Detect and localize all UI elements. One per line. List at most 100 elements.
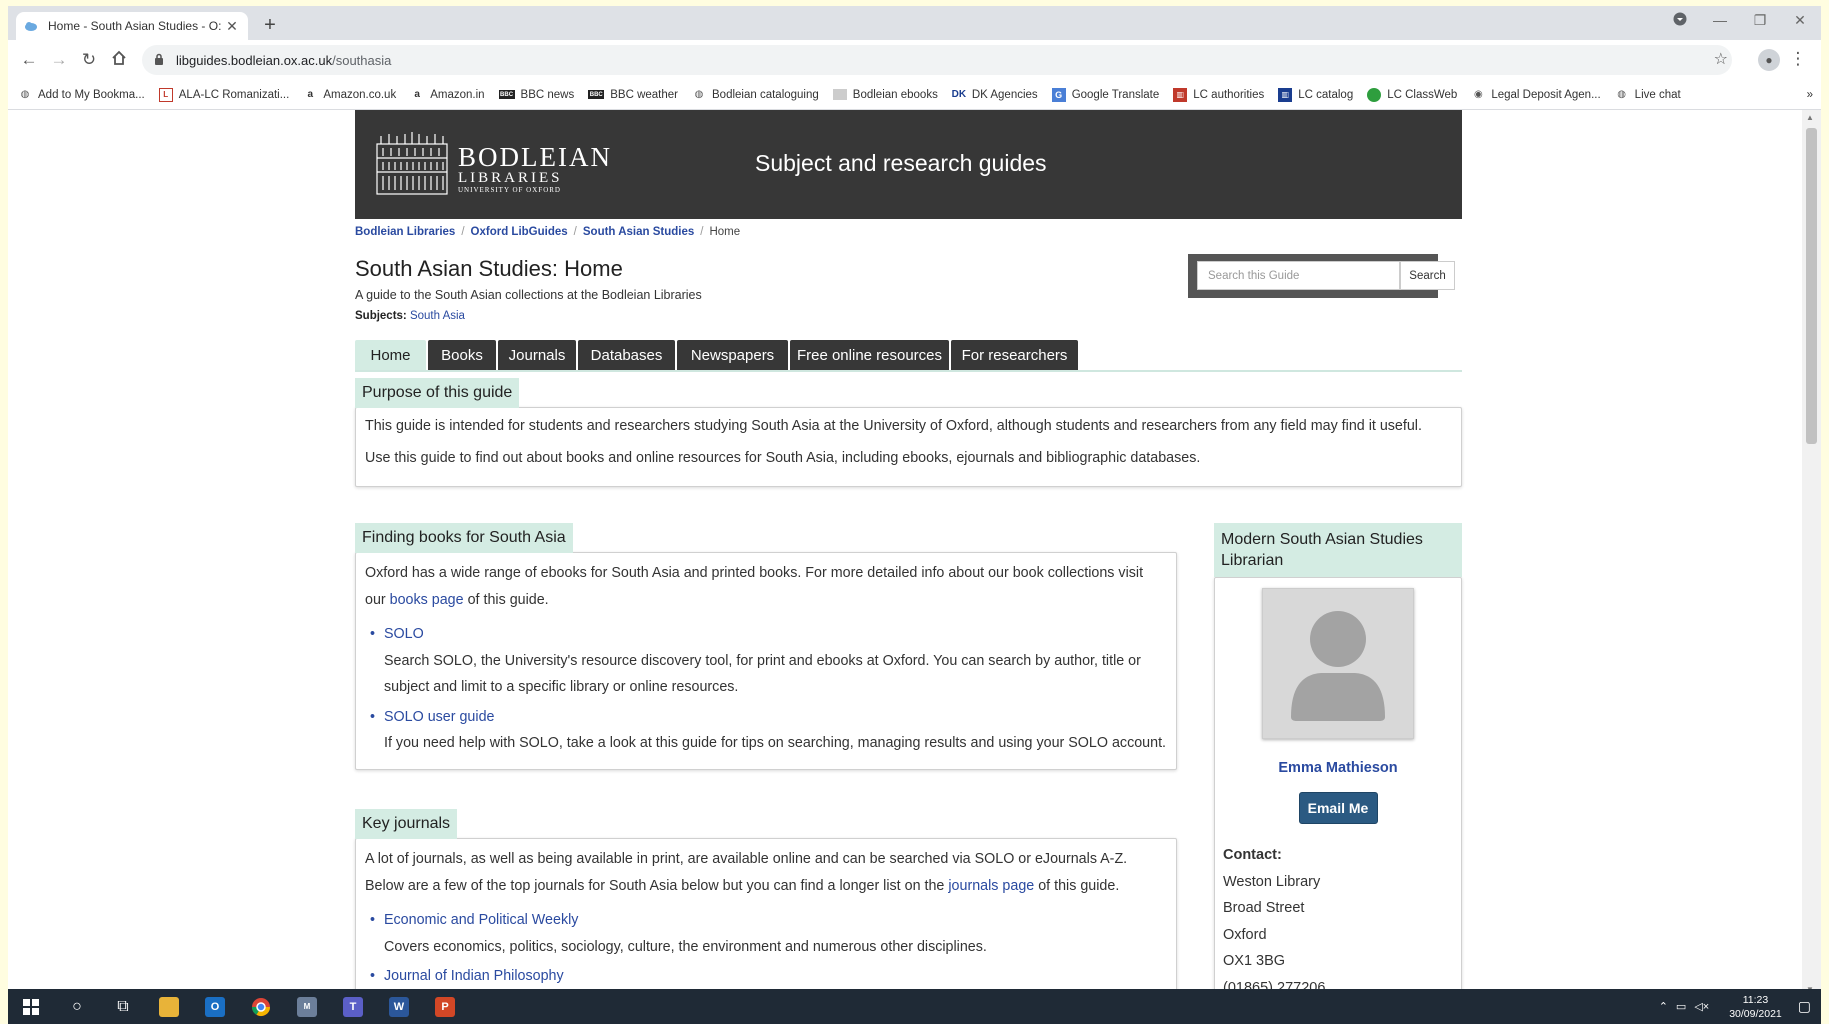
tab-journals[interactable]: Journals [498, 340, 576, 370]
journals-page-link[interactable]: journals page [948, 878, 1034, 894]
bookmarks-bar: ◍ Add to My Bookma... L ALA-LC Romanizati.… [8, 80, 1821, 110]
bookmark-item[interactable]: ▥ LC catalog [1278, 87, 1353, 102]
volume-icon[interactable]: ◁× [1694, 1000, 1709, 1013]
breadcrumb: Bodleian Libraries / Oxford LibGuides / Sout… [355, 226, 741, 238]
search-button[interactable]: Search [1400, 261, 1455, 290]
profile-menu-icon[interactable] [1665, 12, 1695, 29]
browser-tab[interactable]: Home - South Asian Studies - O: ✕ [16, 12, 248, 40]
paragraph: A lot of journals, as well as being avai… [365, 851, 1128, 894]
scrollbar-thumb[interactable] [1806, 128, 1817, 444]
breadcrumb-current: Home [709, 226, 741, 238]
word-icon[interactable]: W [376, 989, 422, 1024]
subject-link[interactable]: South Asia [410, 310, 465, 322]
resource-list: SOLOSearch SOLO, the University's resour… [365, 621, 1167, 757]
breadcrumb-link[interactable]: Bodleian Libraries [355, 226, 455, 238]
tab-newspapers[interactable]: Newspapers [677, 340, 788, 370]
bookmark-item[interactable]: BBC BBC news [498, 89, 574, 101]
page-viewport: BODLEIAN LIBRARIES UNIVERSITY OF OXFORD … [8, 110, 1802, 989]
bookmark-item[interactable]: L ALA-LC Romanizati... [158, 87, 289, 102]
bookmark-item[interactable]: G Google Translate [1051, 87, 1159, 102]
forward-arrow-icon[interactable]: → [44, 50, 74, 70]
green-circle-icon [1367, 87, 1382, 102]
bookmark-item[interactable]: LC ClassWeb [1367, 87, 1457, 102]
bookmark-item[interactable]: ◍ Live chat [1615, 88, 1680, 102]
powerpoint-icon[interactable]: P [422, 989, 468, 1024]
bookmark-item[interactable]: ▥ LC authorities [1173, 87, 1264, 102]
restore-icon[interactable]: ❐ [1745, 12, 1775, 29]
bookmark-item[interactable]: a Amazon.co.uk [303, 88, 397, 102]
chevron-up-icon[interactable]: ⌃ [1659, 1000, 1668, 1013]
bookmark-item[interactable]: ◍ Bodleian cataloguing [692, 88, 819, 102]
globe-icon: ◍ [1617, 89, 1627, 100]
box-heading: Finding books for South Asia [355, 523, 573, 553]
minimize-icon[interactable]: — [1705, 12, 1735, 28]
lock-icon [154, 53, 168, 68]
avatar-icon[interactable]: ● [1758, 49, 1780, 71]
solo-user-guide-link[interactable]: SOLO user guide [384, 709, 494, 725]
amazon-icon: a [414, 89, 420, 100]
librarian-name-link[interactable]: Emma Mathieson [1215, 755, 1461, 782]
tab-databases[interactable]: Databases [578, 340, 675, 370]
bodleian-logo-icon[interactable] [375, 132, 449, 196]
search-input[interactable] [1197, 261, 1400, 290]
bookmark-item[interactable]: Bodleian ebooks [832, 89, 938, 101]
box-body: A lot of journals, as well as being avai… [355, 838, 1177, 989]
scroll-up-icon[interactable]: ▲ [1806, 113, 1814, 122]
avatar [1262, 588, 1414, 739]
box-heading: Purpose of this guide [355, 378, 520, 408]
bookmark-item[interactable]: ◍ Add to My Bookma... [18, 88, 145, 102]
marc-app-icon[interactable]: M [284, 989, 330, 1024]
contact-info: Contact: Weston Library Broad Street Oxf… [1215, 824, 1461, 989]
url-path: /southasia [332, 52, 392, 68]
home-icon[interactable] [104, 50, 134, 70]
tab-for-researchers[interactable]: For researchers [951, 340, 1078, 370]
box-body: This guide is intended for students and … [355, 407, 1462, 487]
solo-link[interactable]: SOLO [384, 626, 424, 642]
reload-icon[interactable]: ↻ [74, 50, 104, 70]
clock[interactable]: 11:23 30/09/2021 [1729, 993, 1782, 1021]
menu-dots-icon[interactable]: ⋮ [1783, 49, 1813, 69]
breadcrumb-link[interactable]: Oxford LibGuides [471, 226, 568, 238]
paragraph: Oxford has a wide range of ebooks for So… [365, 565, 1144, 608]
journal-link[interactable]: Economic and Political Weekly [384, 912, 578, 928]
new-tab-icon[interactable]: + [258, 14, 282, 37]
windows-taskbar: ○ ⧉ O M T W P ⌃ ▭ ◁× 11:23 30/09/2021 ▢ [8, 989, 1821, 1024]
back-arrow-icon[interactable]: ← [14, 50, 44, 70]
bookmark-item[interactable]: a Amazon.in [410, 88, 484, 102]
globe-icon: ◉ [1473, 89, 1483, 100]
tab-home[interactable]: Home [355, 340, 426, 370]
bookmark-star-icon[interactable]: ☆ [1714, 49, 1728, 69]
paragraph: Use this guide to find out about books a… [365, 449, 1201, 466]
breadcrumb-link[interactable]: South Asian Studies [583, 226, 694, 238]
close-tab-icon[interactable]: ✕ [224, 18, 240, 35]
lc-icon: ▥ [1173, 87, 1188, 102]
tab-books[interactable]: Books [428, 340, 496, 370]
contact-line: Broad Street [1223, 900, 1305, 916]
globe-icon: ◍ [694, 89, 704, 100]
tab-free-online-resources[interactable]: Free online resources [790, 340, 949, 370]
list-item: SOLOSearch SOLO, the University's resour… [365, 621, 1167, 701]
close-window-icon[interactable]: ✕ [1785, 12, 1815, 29]
contact-line: OX1 3BG [1223, 953, 1286, 969]
books-page-link[interactable]: books page [390, 592, 464, 608]
bookmark-item[interactable]: DK DK Agencies [952, 88, 1038, 102]
email-me-button[interactable]: Email Me [1298, 791, 1378, 824]
translate-icon: G [1051, 87, 1066, 102]
task-view-icon[interactable]: ⧉ [100, 989, 146, 1024]
windows-start-icon[interactable] [8, 989, 54, 1024]
outlook-icon[interactable]: O [192, 989, 238, 1024]
network-icon[interactable]: ▭ [1676, 1000, 1686, 1013]
bookmark-item[interactable]: BBC BBC weather [588, 89, 678, 101]
teams-icon[interactable]: T [330, 989, 376, 1024]
contact-line: Oxford [1223, 926, 1267, 943]
notifications-icon[interactable]: ▢ [1798, 998, 1811, 1015]
chrome-icon[interactable] [238, 989, 284, 1024]
bookmark-item[interactable]: ◉ Legal Deposit Agen... [1471, 88, 1601, 102]
more-bookmarks-icon[interactable]: » [1807, 89, 1813, 101]
journal-link[interactable]: Journal of Indian Philosophy [384, 968, 564, 984]
address-bar[interactable]: libguides.bodleian.ox.ac.uk/southasia ☆ [142, 45, 1732, 75]
cortana-search-icon[interactable]: ○ [54, 989, 100, 1024]
bodleian-wordmark[interactable]: BODLEIAN LIBRARIES UNIVERSITY OF OXFORD [458, 144, 612, 195]
page-scrollbar[interactable]: ▲ ▼ [1802, 110, 1821, 989]
file-explorer-icon[interactable] [146, 989, 192, 1024]
